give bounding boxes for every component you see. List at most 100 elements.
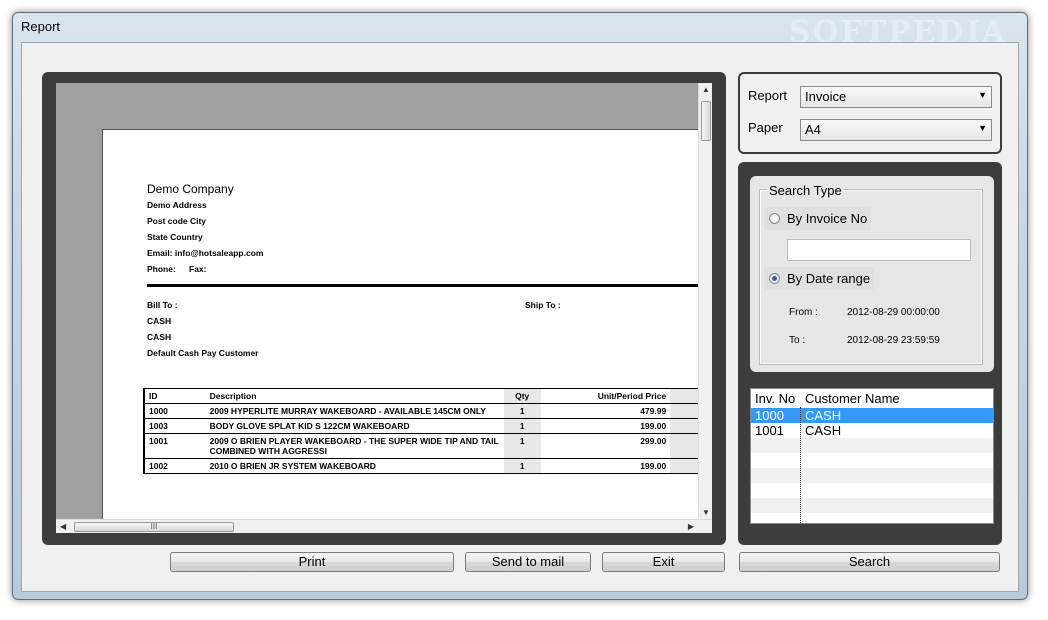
- list-item-inv: 1001: [755, 423, 784, 438]
- radio-button-icon[interactable]: [769, 213, 780, 224]
- empty-row: [751, 453, 993, 468]
- list-item[interactable]: 1001 CASH: [751, 423, 993, 438]
- cell-extra: [670, 458, 699, 474]
- cell-qty: 1: [503, 433, 541, 459]
- search-type-groupbox: Search Type By Invoice No By Date range …: [759, 183, 983, 365]
- company-fax: Fax:: [189, 264, 207, 274]
- invoice-page: Demo Company Demo Address Post code City…: [102, 129, 707, 529]
- report-options-panel: Report Invoice ▼ Paper A4 ▼: [738, 72, 1002, 154]
- list-item-customer: CASH: [805, 408, 842, 423]
- chevron-down-icon: ▼: [978, 123, 987, 133]
- bill-to-line: CASH: [147, 332, 172, 342]
- search-panel: Search Type By Invoice No By Date range …: [738, 162, 1002, 545]
- list-item-customer: CASH: [805, 423, 842, 438]
- cell-id: 1001: [144, 433, 206, 459]
- from-datetime[interactable]: 2012-08-29 00:00:00: [847, 307, 940, 318]
- vertical-scrollbar[interactable]: ▲ ▼: [698, 83, 712, 519]
- bill-to-line: CASH: [147, 316, 172, 326]
- exit-button[interactable]: Exit: [602, 552, 725, 572]
- to-datetime[interactable]: 2012-08-29 23:59:59: [847, 335, 940, 346]
- results-header: Inv. No Customer Name: [751, 389, 993, 407]
- cell-price: 299.00: [540, 433, 671, 459]
- from-label: From :: [789, 307, 818, 318]
- by-invoice-label: By Invoice No: [787, 211, 868, 226]
- cell-extra: [670, 433, 699, 459]
- empty-row: [751, 498, 993, 513]
- results-list[interactable]: Inv. No Customer Name 1000 CASH 1001 CAS…: [750, 388, 994, 524]
- col-description: Description: [205, 388, 504, 404]
- table-header-row: ID Description Qty Unit/Period Price: [144, 388, 699, 404]
- horizontal-scroll-thumb[interactable]: III: [74, 522, 234, 532]
- paper-label: Paper: [748, 120, 783, 135]
- cell-price: 199.00: [540, 418, 671, 434]
- search-type-title: Search Type: [767, 183, 844, 198]
- col-extra: [670, 388, 699, 404]
- cell-qty: 1: [503, 418, 541, 434]
- bill-to-line: Default Cash Pay Customer: [147, 348, 259, 358]
- report-window: Report SOFTPEDIA Demo Company Demo Addre…: [12, 12, 1028, 600]
- cell-extra: [670, 403, 699, 419]
- bill-to-label: Bill To :: [147, 300, 178, 310]
- report-preview-panel: Demo Company Demo Address Post code City…: [42, 72, 726, 545]
- cell-description: 2009 HYPERLITE MURRAY WAKEBOARD - AVAILA…: [205, 403, 504, 419]
- invoice-no-input[interactable]: [787, 239, 971, 261]
- empty-row: [751, 483, 993, 498]
- scroll-right-icon[interactable]: ▶: [688, 522, 694, 531]
- cell-price: 479.99: [540, 403, 671, 419]
- col-qty: Qty: [503, 388, 541, 404]
- cell-id: 1000: [144, 403, 206, 419]
- ship-to-label: Ship To :: [525, 300, 561, 310]
- cell-id: 1002: [144, 458, 206, 474]
- report-preview-viewport[interactable]: Demo Company Demo Address Post code City…: [56, 83, 712, 533]
- company-phone: Phone:: [147, 264, 176, 274]
- header-divider: [147, 284, 707, 287]
- vertical-scroll-thumb[interactable]: [701, 101, 711, 141]
- by-date-label: By Date range: [787, 271, 871, 286]
- cell-extra: [670, 418, 699, 434]
- by-invoice-radio-option[interactable]: By Invoice No: [765, 207, 872, 230]
- chevron-down-icon: ▼: [978, 90, 987, 100]
- search-button[interactable]: Search: [739, 552, 1000, 572]
- cell-qty: 1: [503, 458, 541, 474]
- scroll-down-icon[interactable]: ▼: [702, 508, 710, 517]
- by-date-radio-option[interactable]: By Date range: [765, 267, 875, 290]
- col-customer-name[interactable]: Customer Name: [805, 391, 900, 406]
- empty-row: [751, 468, 993, 483]
- table-row: 1003 BODY GLOVE SPLAT KID S 122CM WAKEBO…: [144, 418, 699, 434]
- col-price: Unit/Period Price: [540, 388, 671, 404]
- company-name: Demo Company: [147, 182, 234, 196]
- report-label: Report: [748, 88, 788, 103]
- radio-button-selected-icon[interactable]: [769, 273, 780, 284]
- empty-row: [751, 438, 993, 453]
- to-label: To :: [789, 335, 806, 346]
- paper-select[interactable]: A4 ▼: [800, 119, 992, 141]
- invoice-items-table: ID Description Qty Unit/Period Price 100…: [143, 388, 699, 474]
- horizontal-scrollbar[interactable]: ◀ III ▶: [56, 519, 712, 533]
- list-item-inv: 1000: [755, 408, 784, 423]
- column-divider: [800, 407, 801, 523]
- scroll-up-icon[interactable]: ▲: [702, 85, 710, 94]
- company-address: Demo Address: [147, 200, 207, 210]
- company-state: State Country: [147, 232, 203, 242]
- cell-qty: 1: [503, 403, 541, 419]
- cell-description: 2009 O BRIEN PLAYER WAKEBOARD - THE SUPE…: [205, 433, 504, 459]
- send-to-mail-button[interactable]: Send to mail: [465, 552, 591, 572]
- list-item[interactable]: 1000 CASH: [751, 408, 993, 423]
- cell-id: 1003: [144, 418, 206, 434]
- col-id: ID: [144, 388, 206, 404]
- client-area: Demo Company Demo Address Post code City…: [21, 42, 1019, 592]
- table-row: 1001 2009 O BRIEN PLAYER WAKEBOARD - THE…: [144, 433, 699, 459]
- company-email: Email: info@hotsaleapp.com: [147, 248, 264, 258]
- cell-description: BODY GLOVE SPLAT KID S 122CM WAKEBOARD: [205, 418, 504, 434]
- search-type-container: Search Type By Invoice No By Date range …: [750, 176, 994, 372]
- table-row: 1000 2009 HYPERLITE MURRAY WAKEBOARD - A…: [144, 403, 699, 419]
- cell-description: 2010 O BRIEN JR SYSTEM WAKEBOARD: [205, 458, 504, 474]
- scroll-left-icon[interactable]: ◀: [60, 522, 66, 531]
- company-postcode: Post code City: [147, 216, 207, 226]
- cell-price: 199.00: [540, 458, 671, 474]
- paper-select-value: A4: [805, 122, 821, 137]
- report-select[interactable]: Invoice ▼: [800, 86, 992, 108]
- col-inv-no[interactable]: Inv. No: [755, 391, 795, 406]
- report-select-value: Invoice: [805, 89, 847, 104]
- print-button[interactable]: Print: [170, 552, 454, 572]
